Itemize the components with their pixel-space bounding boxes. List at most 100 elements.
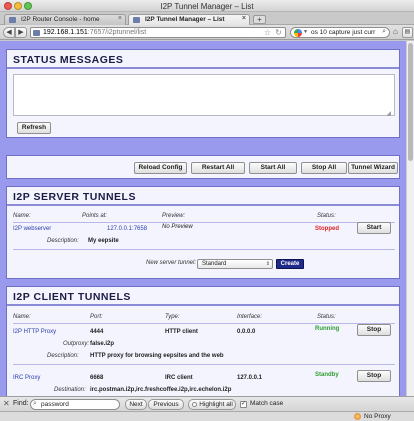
header-port: Port: <box>90 314 103 320</box>
new-server-tunnel-label: New server tunnel: <box>146 260 197 266</box>
bookmark-star-icon[interactable]: ☆ <box>264 28 271 37</box>
tab-bar: I2P Router Console - home × I2P Tunnel M… <box>0 12 414 25</box>
match-case-checkbox[interactable]: ✓ <box>240 401 247 408</box>
client-tunnel-port: 4444 <box>90 329 104 335</box>
client-tunnel-port: 6668 <box>90 375 104 381</box>
divider <box>13 323 395 324</box>
header-status: Status: <box>317 314 336 320</box>
window-titlebar: I2P Tunnel Manager – List <box>0 0 414 12</box>
header-name: Name: <box>13 314 31 320</box>
server-tunnel-name-link[interactable]: I2P webserver <box>13 226 51 232</box>
client-tunnel-stop-button[interactable]: Stop <box>357 324 391 336</box>
client-tunnel-interface: 0.0.0.0 <box>237 329 256 335</box>
search-icon: ⌕ <box>33 400 37 407</box>
favicon-icon <box>9 17 16 23</box>
close-icon[interactable]: ✕ <box>3 399 10 408</box>
client-tunnel-outproxy: false.i2p <box>90 341 115 347</box>
search-bar[interactable]: ▼ os 10 capture just curr ⌕ <box>290 27 390 38</box>
proxy-status-label[interactable]: No Proxy <box>364 413 391 420</box>
find-next-button[interactable]: Next <box>125 399 147 410</box>
description-label: Description: <box>47 353 79 359</box>
proxy-icon[interactable] <box>354 413 361 420</box>
window-title: I2P Tunnel Manager – List <box>160 2 254 11</box>
header-type: Type: <box>165 314 180 320</box>
new-server-type-select[interactable]: Standard ⇕ <box>197 259 273 269</box>
find-input[interactable]: ⌕ password <box>30 399 120 410</box>
client-tunnel-name-link[interactable]: IRC Proxy <box>13 375 40 381</box>
destination-label: Destination: <box>54 387 86 393</box>
header-name: Name: <box>13 213 31 219</box>
tab-router-console[interactable]: I2P Router Console - home × <box>4 14 126 25</box>
search-icon[interactable]: ⌕ <box>382 28 386 36</box>
url-bar[interactable]: 192.168.1.151:7657/i2ptunnel/list ☆ ↻ <box>30 27 286 38</box>
header-status: Status: <box>317 213 336 219</box>
tab-tunnel-manager[interactable]: I2P Tunnel Manager – List × <box>128 14 250 25</box>
client-tunnel-type: IRC client <box>165 375 193 381</box>
client-tunnel-status: Running <box>315 326 340 332</box>
start-all-button[interactable]: Start All <box>249 162 297 174</box>
resize-grip-icon[interactable]: ◢ <box>386 110 391 117</box>
divider <box>13 249 395 250</box>
tab-label: I2P Router Console - home <box>21 16 100 23</box>
chevron-down-icon: ▼ <box>303 29 308 35</box>
home-icon[interactable]: ⌂ <box>393 27 401 38</box>
search-input[interactable]: os 10 capture just curr <box>311 29 375 36</box>
status-messages-textarea[interactable] <box>13 74 395 116</box>
client-tunnel-name-link[interactable]: I2P HTTP Proxy <box>13 329 56 335</box>
menu-button[interactable]: ▤ <box>402 27 413 38</box>
server-tunnel-target-link[interactable]: 127.0.0.1:7658 <box>107 226 147 232</box>
close-tab-icon[interactable]: × <box>242 15 246 22</box>
select-value: Standard <box>202 261 227 267</box>
page-content: STATUS MESSAGES ◢ Refresh Reload Config … <box>0 41 406 396</box>
search-engine-icon[interactable] <box>294 29 302 37</box>
close-tab-icon[interactable]: × <box>118 15 122 22</box>
status-bar: No Proxy <box>0 411 414 421</box>
client-tunnel-description: HTTP proxy for browsing eepsites and the… <box>90 353 224 359</box>
client-tunnels-panel: I2P CLIENT TUNNELS Name: Port: Type: Int… <box>6 286 400 396</box>
match-case-label: Match case <box>250 400 284 407</box>
create-tunnel-button[interactable]: Create <box>276 259 304 269</box>
url-path: :7657/i2ptunnel/list <box>87 29 147 36</box>
vertical-scrollbar[interactable] <box>406 41 414 396</box>
stop-all-button[interactable]: Stop All <box>301 162 347 174</box>
restart-all-button[interactable]: Restart All <box>191 162 245 174</box>
reload-icon[interactable]: ↻ <box>275 28 282 37</box>
client-tunnel-stop-button[interactable]: Stop <box>357 370 391 382</box>
refresh-button[interactable]: Refresh <box>17 122 51 134</box>
url-host: 192.168.1.151 <box>43 29 88 36</box>
header-preview: Preview: <box>162 213 186 219</box>
server-tunnels-title: I2P SERVER TUNNELS <box>7 187 399 206</box>
server-tunnel-preview: No Preview <box>162 224 193 230</box>
tunnel-wizard-button[interactable]: Tunnel Wizard <box>348 162 398 174</box>
outproxy-label: Outproxy: <box>63 341 90 347</box>
forward-button[interactable]: ▶ <box>15 27 27 38</box>
chevron-updown-icon: ⇕ <box>265 261 270 267</box>
status-messages-panel: STATUS MESSAGES ◢ Refresh <box>6 49 400 138</box>
server-tunnels-panel: I2P SERVER TUNNELS Name: Points at: Prev… <box>6 186 400 279</box>
highlight-all-toggle[interactable]: Highlight all <box>188 399 236 410</box>
highlight-all-label: Highlight all <box>199 401 233 408</box>
find-query: password <box>41 401 69 408</box>
client-tunnel-type: HTTP client <box>165 329 198 335</box>
site-identity-icon <box>33 30 40 36</box>
server-tunnel-status: Stopped <box>315 226 339 232</box>
scrollbar-thumb[interactable] <box>408 43 413 161</box>
navigation-toolbar: ◀ ▶ 192.168.1.151:7657/i2ptunnel/list ☆ … <box>0 25 414 40</box>
new-tab-button[interactable]: + <box>253 15 266 24</box>
client-tunnels-title: I2P CLIENT TUNNELS <box>7 287 399 306</box>
back-button[interactable]: ◀ <box>3 27 15 38</box>
tab-label: I2P Tunnel Manager – List <box>145 16 225 23</box>
tunnel-controls-panel: Reload Config Restart All Start All Stop… <box>6 155 400 179</box>
client-tunnel-destination: irc.postman.i2p,irc.freshcoffee.i2p,irc.… <box>90 387 232 393</box>
reload-config-button[interactable]: Reload Config <box>134 162 187 174</box>
server-tunnel-start-button[interactable]: Start <box>357 222 391 234</box>
find-bar: ✕ Find: ⌕ password Next Previous Highlig… <box>0 396 414 411</box>
highlight-radio-icon <box>192 402 197 407</box>
favicon-icon <box>133 17 140 23</box>
client-tunnel-interface: 127.0.0.1 <box>237 375 263 381</box>
find-previous-button[interactable]: Previous <box>148 399 184 410</box>
client-tunnel-status: Standby <box>315 372 339 378</box>
divider <box>13 364 395 365</box>
find-label: Find: <box>13 400 29 407</box>
header-points-at: Points at: <box>82 213 108 219</box>
